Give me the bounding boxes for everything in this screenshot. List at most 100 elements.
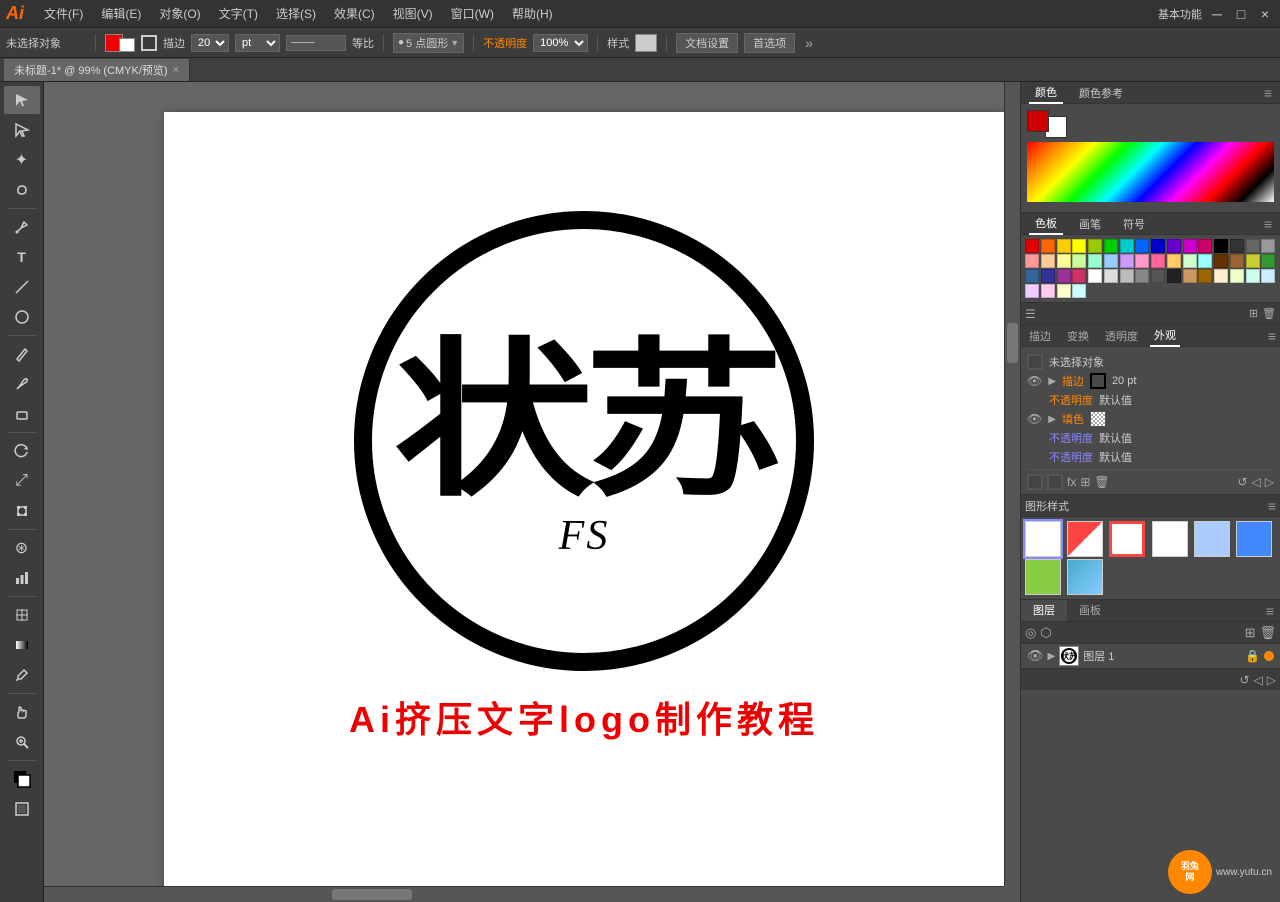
swatch-cell[interactable] — [1198, 254, 1212, 268]
layer-1-row[interactable]: 👁 ▶ 状苏 图层 1 🔒 — [1021, 644, 1280, 668]
swatch-cell[interactable] — [1135, 269, 1149, 283]
swatch-cell[interactable] — [1214, 269, 1228, 283]
layers-nav1-btn[interactable]: ◁ — [1254, 673, 1263, 687]
layer-expand-icon[interactable]: ▶ — [1048, 651, 1056, 662]
swatch-cell[interactable] — [1198, 269, 1212, 283]
pencil-tool-button[interactable] — [4, 340, 40, 368]
menu-help[interactable]: 帮助(H) — [504, 3, 561, 24]
swatch-cell[interactable] — [1183, 254, 1197, 268]
swatch-cell[interactable] — [1072, 269, 1086, 283]
swatch-cell[interactable] — [1151, 254, 1165, 268]
swatch-cell[interactable] — [1072, 239, 1086, 253]
swatch-cell[interactable] — [1167, 269, 1181, 283]
brushes-tab[interactable]: 画笔 — [1073, 214, 1107, 234]
swatch-cell[interactable] — [1261, 254, 1275, 268]
fill-appear-label[interactable]: 填色 — [1062, 411, 1084, 427]
swatch-cell[interactable] — [1041, 254, 1055, 268]
stroke-line-style[interactable]: ─── — [286, 35, 346, 51]
eraser-tool-button[interactable] — [4, 400, 40, 428]
swatch-cell[interactable] — [1120, 254, 1134, 268]
layers-tab[interactable]: 图层 — [1021, 600, 1067, 621]
swatch-cell[interactable] — [1088, 269, 1102, 283]
swatch-cell[interactable] — [1167, 254, 1181, 268]
swatch-cell[interactable] — [1025, 284, 1039, 298]
scale-tool-button[interactable]: ⤢ — [4, 467, 40, 495]
line-tool-button[interactable] — [4, 273, 40, 301]
swatch-cell[interactable] — [1025, 239, 1039, 253]
appear-nav1-btn[interactable]: ◁ — [1252, 475, 1261, 489]
gradient-tool-button[interactable] — [4, 631, 40, 659]
menu-effect[interactable]: 效果(C) — [326, 3, 383, 24]
graph-tool-button[interactable] — [4, 564, 40, 592]
artboards-tab[interactable]: 画板 — [1067, 600, 1113, 621]
menu-object[interactable]: 对象(O) — [151, 3, 208, 24]
transform-tab[interactable]: 变换 — [1063, 326, 1093, 346]
options-expand-icon[interactable]: » — [805, 35, 813, 51]
symbol-sprayer-button[interactable]: ⊛ — [4, 534, 40, 562]
stroke-unit-select[interactable]: pt px mm — [235, 34, 280, 52]
swatch-cell[interactable] — [1151, 269, 1165, 283]
foreground-color[interactable] — [1027, 110, 1049, 132]
magic-wand-tool-button[interactable]: ✦ — [4, 146, 40, 174]
graphic-style-swatch[interactable] — [1025, 559, 1061, 595]
swatch-cell[interactable] — [1088, 254, 1102, 268]
appear-refresh-btn[interactable]: ↺ — [1237, 475, 1247, 489]
appear-fx-btn[interactable]: fx — [1067, 475, 1076, 489]
free-transform-button[interactable] — [4, 497, 40, 525]
preferences-button[interactable]: 首选项 — [744, 33, 795, 53]
swatches-panel-menu-icon[interactable]: ≡ — [1264, 216, 1272, 232]
fill-opacity-label[interactable]: 不透明度 — [1049, 430, 1093, 446]
swatch-cell[interactable] — [1104, 239, 1118, 253]
swatch-cell[interactable] — [1261, 269, 1275, 283]
layers-refresh-btn[interactable]: ↺ — [1239, 673, 1249, 687]
transparency-tab[interactable]: 透明度 — [1101, 326, 1142, 346]
appear-copy-btn[interactable]: ⊞ — [1080, 475, 1090, 489]
swatch-cell[interactable] — [1198, 239, 1212, 253]
swatch-cell[interactable] — [1041, 269, 1055, 283]
swatch-cell[interactable] — [1183, 239, 1197, 253]
graphic-style-swatch[interactable] — [1067, 559, 1103, 595]
swatch-cell[interactable] — [1057, 239, 1071, 253]
graphic-style-swatch[interactable] — [1152, 521, 1188, 557]
fill-color-box[interactable] — [119, 38, 135, 52]
swatch-cell[interactable] — [1246, 239, 1260, 253]
stroke-appear-tab[interactable]: 描边 — [1025, 326, 1055, 346]
zoom-tool-button[interactable] — [4, 728, 40, 756]
maximize-button[interactable]: □ — [1232, 5, 1250, 23]
eyedropper-tool-button[interactable] — [4, 661, 40, 689]
delete-layer-btn[interactable]: 🗑 — [1259, 625, 1276, 641]
swatch-cell[interactable] — [1230, 269, 1244, 283]
swatch-cell[interactable] — [1041, 239, 1055, 253]
fill-stroke-button[interactable] — [4, 765, 40, 793]
style-selector[interactable] — [635, 34, 657, 52]
menu-edit[interactable]: 编辑(E) — [93, 3, 149, 24]
swatch-cell[interactable] — [1135, 254, 1149, 268]
menu-select[interactable]: 选择(S) — [268, 3, 324, 24]
swatch-cell[interactable] — [1104, 254, 1118, 268]
layer-eye-icon[interactable]: 👁 — [1027, 648, 1044, 664]
document-tab[interactable]: 未标题-1* @ 99% (CMYK/预览) × — [4, 59, 190, 81]
fill-color-preview[interactable] — [1090, 411, 1106, 427]
swatch-cell[interactable] — [1135, 239, 1149, 253]
workspace-switcher[interactable]: 基本功能 — [1158, 6, 1202, 22]
pen-tool-button[interactable] — [4, 213, 40, 241]
swatch-cell[interactable] — [1104, 269, 1118, 283]
horizontal-scrollbar[interactable] — [44, 886, 1004, 902]
swatch-cell[interactable] — [1214, 254, 1228, 268]
change-screen-button[interactable] — [4, 795, 40, 823]
appear-tool-1[interactable] — [1027, 474, 1043, 490]
color-panel-menu-icon[interactable]: ≡ — [1264, 85, 1272, 101]
swatch-cell[interactable] — [1230, 239, 1244, 253]
swatch-cell[interactable] — [1057, 284, 1071, 298]
layers-nav2-btn[interactable]: ▷ — [1267, 673, 1276, 687]
swatch-cell[interactable] — [1072, 284, 1086, 298]
swatch-cell[interactable] — [1025, 254, 1039, 268]
vertical-scroll-thumb[interactable] — [1007, 323, 1018, 363]
menu-text[interactable]: 文字(T) — [211, 3, 266, 24]
swatch-cell[interactable] — [1246, 269, 1260, 283]
swatch-cell[interactable] — [1057, 254, 1071, 268]
swatches-tab[interactable]: 色板 — [1029, 213, 1063, 235]
menu-window[interactable]: 窗口(W) — [443, 3, 502, 24]
swatch-cell[interactable] — [1025, 269, 1039, 283]
swatches-menu-btn[interactable]: ☰ — [1025, 307, 1036, 321]
